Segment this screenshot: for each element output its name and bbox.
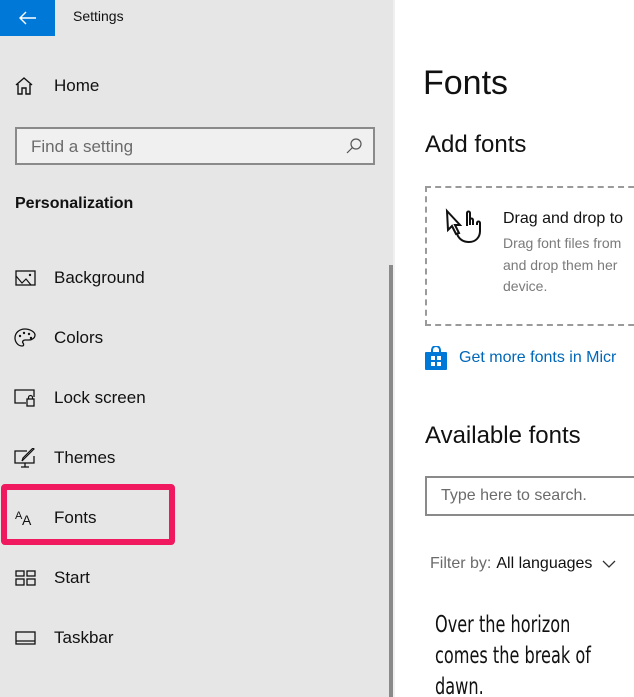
hand-pointer-icon bbox=[445, 208, 481, 244]
available-fonts-heading: Available fonts bbox=[425, 422, 581, 449]
font-search-input[interactable] bbox=[441, 487, 634, 505]
find-setting-box[interactable] bbox=[15, 127, 375, 165]
drop-line: device. bbox=[503, 278, 548, 294]
sidebar-item-label: Taskbar bbox=[54, 628, 114, 647]
drop-line: and drop them her bbox=[503, 256, 618, 273]
sidebar-item-home[interactable]: Home bbox=[14, 76, 99, 96]
sidebar-item-label: Lock screen bbox=[54, 388, 146, 407]
sidebar: Settings Home Personalization Background… bbox=[0, 0, 395, 697]
home-label: Home bbox=[54, 76, 100, 95]
svg-text:A: A bbox=[22, 512, 32, 527]
sidebar-item-themes[interactable]: Themes bbox=[0, 436, 380, 480]
drag-drop-zone[interactable]: Drag and drop to Drag font files from an… bbox=[425, 186, 634, 326]
home-icon bbox=[15, 77, 33, 95]
filter-dropdown[interactable]: All languages bbox=[496, 555, 592, 573]
arrow-left-icon bbox=[18, 11, 36, 25]
sidebar-item-taskbar[interactable]: Taskbar bbox=[0, 616, 380, 660]
back-button[interactable] bbox=[0, 0, 55, 36]
taskbar-icon bbox=[14, 631, 36, 645]
brush-icon bbox=[14, 448, 35, 468]
sidebar-item-fonts[interactable]: AA Fonts bbox=[0, 496, 380, 540]
drop-line: Drag font files from bbox=[503, 235, 622, 251]
filter-row: Filter by: All languages bbox=[430, 555, 616, 573]
sidebar-item-start[interactable]: Start bbox=[0, 556, 380, 600]
picture-icon bbox=[14, 270, 36, 286]
store-bag-icon bbox=[425, 346, 447, 370]
chevron-down-icon[interactable] bbox=[602, 560, 616, 568]
app-title: Settings bbox=[73, 8, 124, 24]
drop-description: Drag font files from and drop them her d… bbox=[503, 233, 621, 298]
store-link[interactable]: Get more fonts in Micr bbox=[425, 346, 616, 370]
page-title: Fonts bbox=[423, 64, 509, 102]
palette-icon bbox=[14, 328, 36, 347]
start-tiles-icon bbox=[14, 570, 36, 586]
sidebar-item-lock-screen[interactable]: Lock screen bbox=[0, 376, 380, 420]
section-title: Personalization bbox=[15, 195, 134, 212]
find-setting-input[interactable] bbox=[31, 137, 331, 157]
sidebar-item-background[interactable]: Background bbox=[0, 256, 380, 300]
font-search-box[interactable] bbox=[425, 476, 634, 516]
store-link-label: Get more fonts in Micr bbox=[459, 349, 617, 366]
lock-screen-icon bbox=[14, 389, 35, 407]
sidebar-item-label: Colors bbox=[54, 328, 104, 347]
sidebar-item-colors[interactable]: Colors bbox=[0, 316, 380, 360]
sidebar-scrollbar[interactable] bbox=[389, 265, 393, 697]
search-icon[interactable] bbox=[345, 137, 363, 155]
main-content: Fonts Add fonts Drag and drop to Drag fo… bbox=[395, 0, 634, 697]
fonts-icon: AA bbox=[15, 510, 32, 527]
sidebar-item-label: Start bbox=[54, 568, 90, 587]
add-fonts-heading: Add fonts bbox=[425, 131, 527, 158]
sidebar-item-label: Background bbox=[54, 268, 145, 287]
sidebar-item-label: Themes bbox=[54, 448, 116, 467]
font-preview-card[interactable]: Over the horizon comes the break of dawn… bbox=[435, 610, 622, 697]
sidebar-item-label: Fonts bbox=[54, 508, 97, 527]
drop-title: Drag and drop to bbox=[503, 210, 624, 227]
filter-label: Filter by: bbox=[430, 555, 492, 572]
